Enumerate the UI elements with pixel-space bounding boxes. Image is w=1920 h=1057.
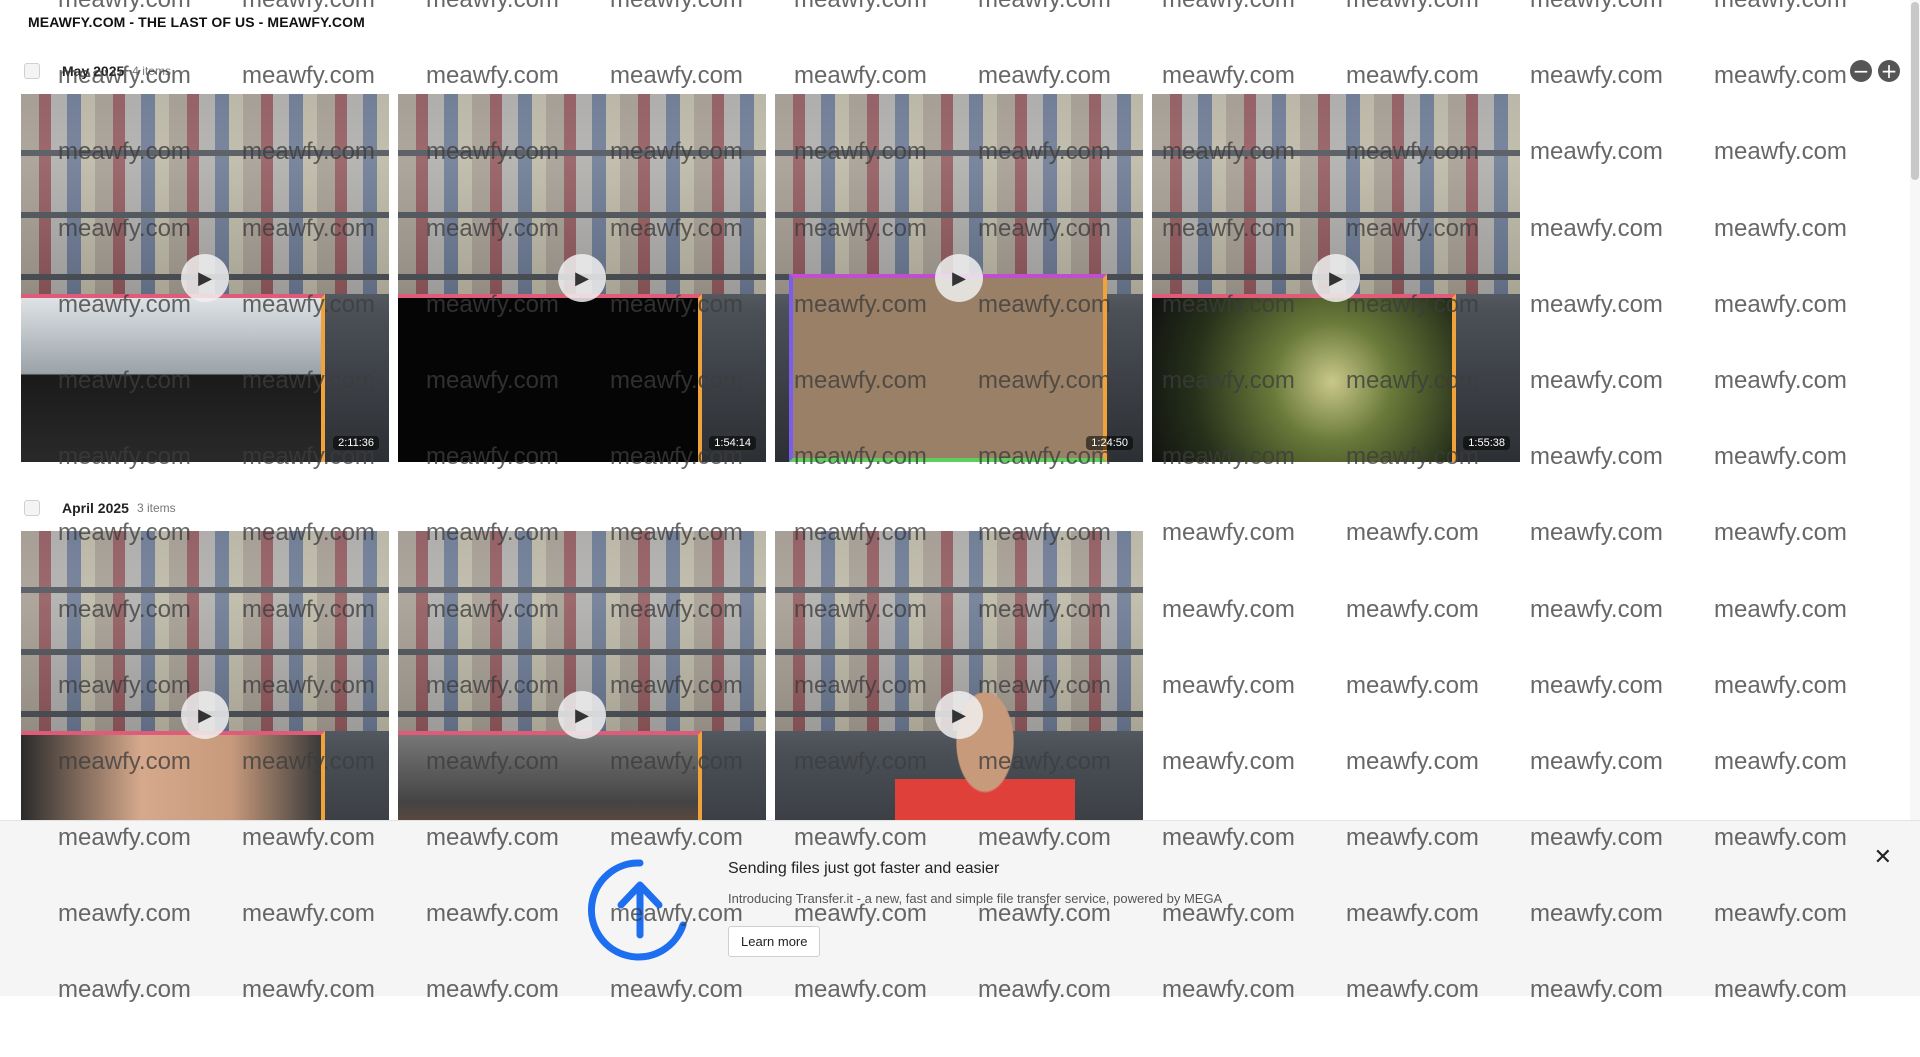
watermark-text: meawfy.com	[1162, 595, 1295, 623]
watermark-text: meawfy.com	[1714, 0, 1898, 66]
play-icon[interactable]: ▶	[935, 254, 983, 302]
video-frame	[398, 294, 702, 462]
duration-badge: 1:24:50	[1086, 436, 1133, 450]
section-select-checkbox[interactable]	[24, 63, 40, 79]
zoom-in-icon[interactable]: +	[1878, 60, 1900, 82]
watermark-text: meawfy.com	[1714, 595, 1847, 623]
learn-more-button[interactable]: Learn more	[728, 926, 821, 957]
watermark-text: meawfy.com	[1530, 214, 1663, 242]
watermark-text: meawfy.com	[1346, 595, 1479, 623]
watermark-text: meawfy.com	[1714, 214, 1847, 242]
video-frame	[1152, 294, 1456, 462]
section-header-may: May 2025 4 items	[24, 61, 171, 81]
upload-arrow-icon	[588, 859, 687, 961]
watermark-text: meawfy.com	[1714, 671, 1847, 699]
video-thumbnail[interactable]: ▶ 2:11:36	[21, 94, 389, 462]
watermark-text: meawfy.com	[1714, 290, 1847, 318]
watermark-text: meawfy.com	[978, 0, 1162, 66]
zoom-controls: − +	[1850, 60, 1900, 82]
watermark-text: meawfy.com	[1714, 519, 1847, 547]
watermark-text: meawfy.com	[1530, 0, 1714, 66]
section-title: May 2025	[62, 63, 125, 79]
video-thumbnail[interactable]: ▶ 1:24:50	[775, 94, 1143, 462]
media-grid-may: ▶ 2:11:36 ▶ 1:54:14 ▶ 1:24:50 ▶ 1:55:38	[21, 94, 1520, 462]
watermark-text: meawfy.com	[1714, 366, 1847, 394]
watermark-text: meawfy.com	[58, 0, 242, 66]
banner-text: Introducing Transfer.it - a new, fast an…	[728, 891, 1223, 906]
play-icon[interactable]: ▶	[1312, 254, 1360, 302]
watermark-text: meawfy.com	[426, 0, 610, 66]
scrollbar[interactable]	[1910, 0, 1920, 820]
watermark-text: meawfy.com	[1714, 747, 1847, 775]
play-icon[interactable]: ▶	[935, 691, 983, 739]
watermark-text: meawfy.com	[1162, 0, 1346, 66]
watermark-text: meawfy.com	[1530, 595, 1663, 623]
watermark-text: meawfy.com	[1530, 62, 1663, 90]
close-icon[interactable]: ✕	[1874, 845, 1892, 870]
page-title: MEAWFY.COM - THE LAST OF US - MEAWFY.COM	[28, 14, 365, 30]
watermark-text: meawfy.com	[242, 0, 426, 66]
section-count: 4 items	[132, 64, 171, 78]
scrollbar-thumb[interactable]	[1911, 2, 1919, 180]
watermark-text: meawfy.com	[1530, 671, 1663, 699]
banner-title: Sending files just got faster and easier	[728, 860, 1000, 877]
watermark-text: meawfy.com	[1530, 290, 1663, 318]
video-frame	[789, 274, 1107, 462]
promo-banner: Sending files just got faster and easier…	[0, 820, 1920, 996]
watermark-text: meawfy.com	[1346, 747, 1479, 775]
section-header-april: April 2025 3 items	[24, 498, 176, 518]
watermark-text: meawfy.com	[1346, 671, 1479, 699]
watermark-text: meawfy.com	[794, 0, 978, 66]
watermark-text: meawfy.com	[1714, 443, 1847, 471]
play-icon[interactable]: ▶	[181, 254, 229, 302]
watermark-text: meawfy.com	[1162, 671, 1295, 699]
watermark-text: meawfy.com	[1162, 747, 1295, 775]
video-thumbnail[interactable]: ▶ 1:54:14	[398, 94, 766, 462]
watermark-text: meawfy.com	[1530, 519, 1663, 547]
duration-badge: 1:54:14	[709, 436, 756, 450]
duration-badge: 2:11:36	[333, 436, 379, 450]
duration-badge: 1:55:38	[1463, 436, 1510, 450]
watermark-text: meawfy.com	[1162, 519, 1295, 547]
section-count: 3 items	[136, 501, 176, 515]
play-icon[interactable]: ▶	[558, 691, 606, 739]
watermark-text: meawfy.com	[1530, 138, 1663, 166]
video-frame	[21, 294, 325, 462]
watermark-text: meawfy.com	[610, 0, 794, 66]
play-icon[interactable]: ▶	[558, 254, 606, 302]
watermark-text: meawfy.com	[1530, 443, 1663, 471]
play-icon[interactable]: ▶	[181, 691, 229, 739]
watermark-text: meawfy.com	[1530, 366, 1663, 394]
section-select-checkbox[interactable]	[24, 500, 40, 516]
zoom-out-icon[interactable]: −	[1850, 60, 1872, 82]
watermark-text: meawfy.com	[1346, 0, 1530, 66]
video-thumbnail[interactable]: ▶ 1:55:38	[1152, 94, 1520, 462]
watermark-text: meawfy.com	[1714, 138, 1847, 166]
watermark-text: meawfy.com	[1530, 747, 1663, 775]
watermark-text: meawfy.com	[1346, 519, 1479, 547]
section-title: April 2025	[62, 500, 129, 516]
